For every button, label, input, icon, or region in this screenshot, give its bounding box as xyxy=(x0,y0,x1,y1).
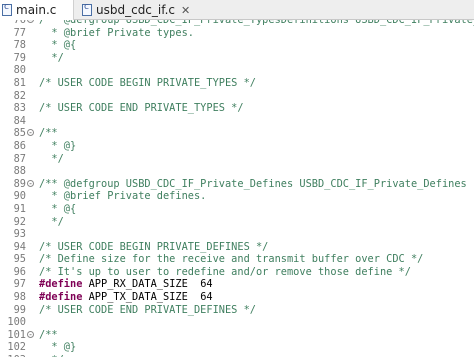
code-text: * @{ xyxy=(39,202,77,215)
code-text: #define APP_RX_DATA_SIZE 64 xyxy=(39,278,213,291)
code-text: * @} xyxy=(39,341,77,354)
line-number: 85 xyxy=(13,127,26,140)
fold-collapse-icon[interactable] xyxy=(27,179,34,187)
line-number: 102 xyxy=(7,341,26,354)
c-file-icon xyxy=(2,2,12,16)
code-line[interactable]: 82 xyxy=(0,90,474,103)
code-line[interactable]: 89 /** @defgroup USBD_CDC_IF_Private_Defi… xyxy=(0,178,474,191)
line-number: 76 xyxy=(13,20,26,26)
tab-usbd-cdc-if-c[interactable]: usbd_cdc_if.c ✕ xyxy=(76,0,226,20)
code-line[interactable]: 83 /* USER CODE END PRIVATE_TYPES */ xyxy=(0,102,474,115)
line-number: 82 xyxy=(13,89,26,102)
macro-definition: APP_TX_DATA_SIZE 64 xyxy=(82,291,213,304)
code-text: #define APP_TX_DATA_SIZE 64 xyxy=(39,291,213,304)
code-line[interactable]: 97 #define APP_RX_DATA_SIZE 64 xyxy=(0,278,474,291)
line-number: 98 xyxy=(13,291,26,304)
code-line[interactable]: 85 /** xyxy=(0,127,474,140)
code-line[interactable]: 91 * @{ xyxy=(0,203,474,216)
line-number: 86 xyxy=(13,139,26,152)
editor-lines: 76 /** @defgroup USBD_CDC_IF_Private_Type… xyxy=(0,20,474,357)
line-number: 90 xyxy=(13,190,26,203)
code-line[interactable]: 79 */ xyxy=(0,52,474,65)
code-text: /* USER CODE END PRIVATE_TYPES */ xyxy=(39,102,244,115)
tab-main-c[interactable]: main.c xyxy=(0,0,74,20)
code-text: */ xyxy=(39,152,64,165)
code-line[interactable]: 81 /* USER CODE BEGIN PRIVATE_TYPES */ xyxy=(0,77,474,90)
code-text: /* It's up to user to redefine and/or re… xyxy=(39,265,411,278)
code-line[interactable]: 95 /* Define size for the receive and tra… xyxy=(0,253,474,266)
code-line[interactable]: 77 * @brief Private types. xyxy=(0,27,474,40)
line-number: 80 xyxy=(13,64,26,77)
code-text: /* USER CODE END PRIVATE_DEFINES */ xyxy=(39,303,256,316)
fold-collapse-icon[interactable] xyxy=(27,20,34,23)
line-number: 92 xyxy=(13,215,26,228)
line-number: 99 xyxy=(13,303,26,316)
line-number: 95 xyxy=(13,253,26,266)
code-text: /* USER CODE BEGIN PRIVATE_DEFINES */ xyxy=(39,240,269,253)
c-file-icon xyxy=(82,2,92,16)
code-line[interactable]: 102 * @} xyxy=(0,341,474,354)
code-line[interactable]: 92 */ xyxy=(0,216,474,229)
line-number: 101 xyxy=(7,328,26,341)
code-line[interactable]: 84 xyxy=(0,115,474,128)
line-number: 77 xyxy=(13,26,26,39)
line-number: 84 xyxy=(13,114,26,127)
code-text: /** xyxy=(39,127,58,140)
macro-definition: APP_RX_DATA_SIZE 64 xyxy=(82,278,213,291)
code-line[interactable]: 88 xyxy=(0,165,474,178)
code-text: */ xyxy=(39,51,64,64)
code-text: * @} xyxy=(39,139,77,152)
line-number: 81 xyxy=(13,76,26,89)
line-number: 78 xyxy=(13,39,26,52)
tab-label: main.c xyxy=(16,3,57,17)
code-line[interactable]: 90 * @brief Private defines. xyxy=(0,190,474,203)
code-text: * @brief Private defines. xyxy=(39,190,207,203)
line-number: 89 xyxy=(13,177,26,190)
code-line[interactable]: 99 /* USER CODE END PRIVATE_DEFINES */ xyxy=(0,304,474,317)
fold-collapse-icon[interactable] xyxy=(27,129,34,137)
ide-window: main.c usbd_cdc_if.c ✕ 76 /** @defgroup U… xyxy=(0,0,474,357)
line-number: 93 xyxy=(13,228,26,241)
code-text: /* USER CODE BEGIN PRIVATE_TYPES */ xyxy=(39,76,256,89)
code-text: /** xyxy=(39,328,58,341)
code-text: /** @defgroup USBD_CDC_IF_Private_TypesD… xyxy=(39,20,474,26)
code-text: /* Define size for the receive and trans… xyxy=(39,253,424,266)
code-line[interactable]: 101 /** xyxy=(0,329,474,342)
code-line[interactable]: 100 xyxy=(0,316,474,329)
editor-tab-bar: main.c usbd_cdc_if.c ✕ xyxy=(0,0,474,20)
line-number: 94 xyxy=(13,240,26,253)
line-number: 83 xyxy=(13,102,26,115)
code-line[interactable]: 86 * @} xyxy=(0,140,474,153)
line-number: 79 xyxy=(13,51,26,64)
code-line[interactable]: 96 /* It's up to user to redefine and/or … xyxy=(0,266,474,279)
line-number: 96 xyxy=(13,265,26,278)
code-line[interactable]: 93 xyxy=(0,228,474,241)
code-line[interactable]: 78 * @{ xyxy=(0,39,474,52)
code-text: /** @defgroup USBD_CDC_IF_Private_Define… xyxy=(39,177,467,190)
code-line[interactable]: 87 */ xyxy=(0,153,474,166)
code-text: * @{ xyxy=(39,39,77,52)
line-number: 91 xyxy=(13,202,26,215)
fold-collapse-icon[interactable] xyxy=(27,330,34,338)
close-icon[interactable]: ✕ xyxy=(181,4,190,17)
code-line[interactable]: 76 /** @defgroup USBD_CDC_IF_Private_Type… xyxy=(0,20,474,27)
code-line[interactable]: 94 /* USER CODE BEGIN PRIVATE_DEFINES */ xyxy=(0,241,474,254)
code-text: */ xyxy=(39,215,64,228)
code-text: * @brief Private types. xyxy=(39,26,194,39)
code-line[interactable]: 80 xyxy=(0,64,474,77)
preprocessor-keyword: #define xyxy=(39,291,83,304)
code-editor[interactable]: 76 /** @defgroup USBD_CDC_IF_Private_Type… xyxy=(0,20,474,357)
line-number: 97 xyxy=(13,278,26,291)
preprocessor-keyword: #define xyxy=(39,278,83,291)
tab-label: usbd_cdc_if.c xyxy=(96,3,176,17)
line-number: 88 xyxy=(13,165,26,178)
line-number: 87 xyxy=(13,152,26,165)
line-number: 100 xyxy=(7,316,26,329)
code-line[interactable]: 98 #define APP_TX_DATA_SIZE 64 xyxy=(0,291,474,304)
